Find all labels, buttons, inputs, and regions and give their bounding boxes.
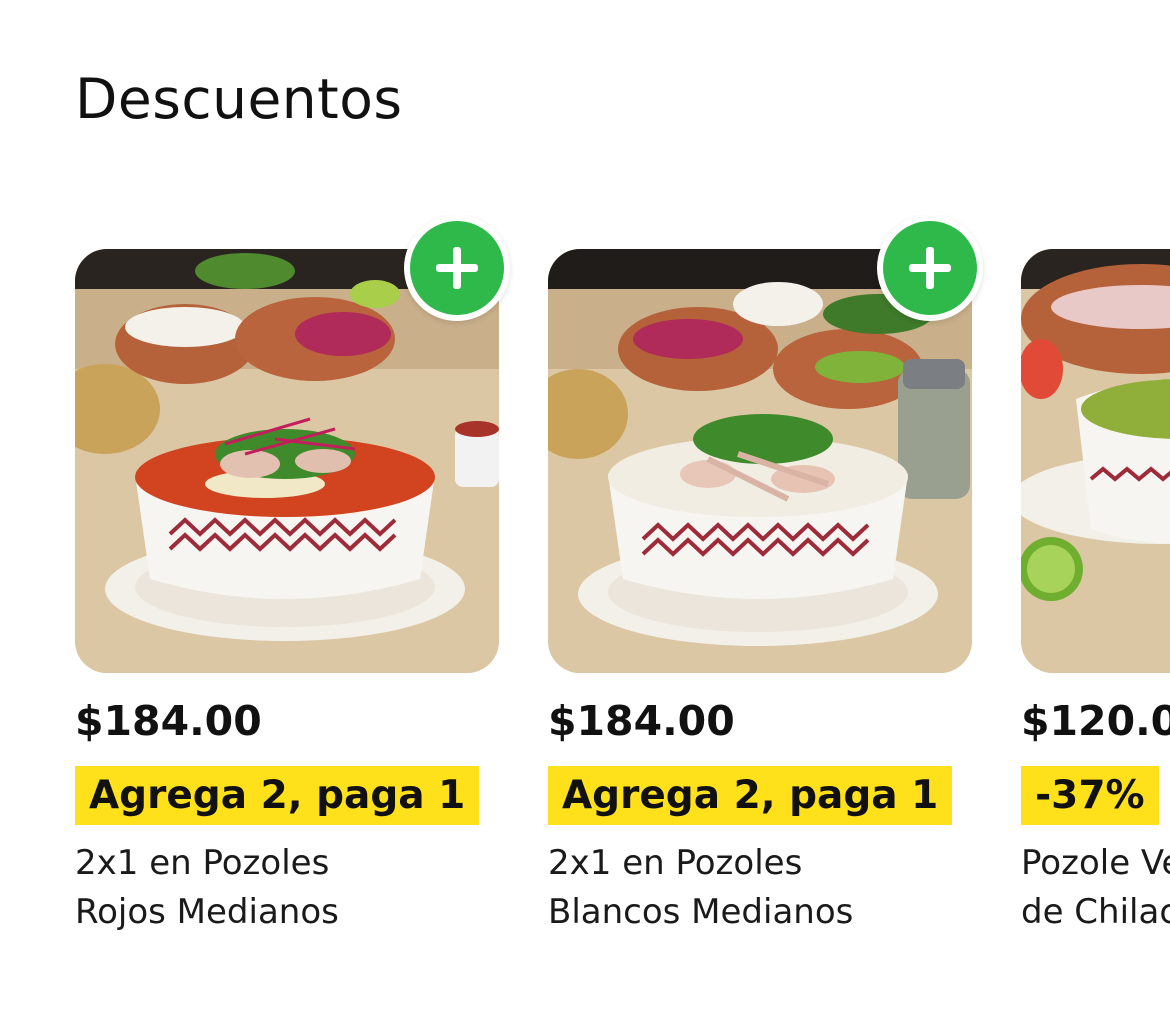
item-description: Pozole Verde de Chilacayote [1021, 843, 1170, 932]
discounts-page: Descuentos $184.00 Agrega 2, paga 1 2x1 … [0, 0, 1170, 1016]
item-price: $184.00 [75, 697, 262, 745]
product-image[interactable] [1021, 249, 1170, 673]
item-description: 2x1 en Pozoles Rojos Medianos [75, 843, 339, 932]
product-card[interactable]: $120.00 -37% Pozole Verde de Chilacayote [1021, 215, 1170, 955]
discount-carousel[interactable]: $184.00 Agrega 2, paga 1 2x1 en Pozoles … [0, 215, 1170, 975]
plus-icon [410, 221, 504, 315]
section-title: Descuentos [75, 67, 403, 131]
promo-badge: -37% [1021, 766, 1159, 825]
item-price: $120.00 [1021, 697, 1170, 745]
item-description: 2x1 en Pozoles Blancos Medianos [548, 843, 854, 932]
green-pozole-image [1021, 249, 1170, 673]
promo-badge: Agrega 2, paga 1 [548, 766, 953, 825]
product-card[interactable]: $184.00 Agrega 2, paga 1 2x1 en Pozoles … [548, 215, 983, 955]
promo-badge: Agrega 2, paga 1 [75, 766, 480, 825]
add-to-cart-button[interactable] [404, 215, 510, 321]
plus-icon [883, 221, 977, 315]
item-price: $184.00 [548, 697, 735, 745]
product-card[interactable]: $184.00 Agrega 2, paga 1 2x1 en Pozoles … [75, 215, 510, 955]
add-to-cart-button[interactable] [877, 215, 983, 321]
